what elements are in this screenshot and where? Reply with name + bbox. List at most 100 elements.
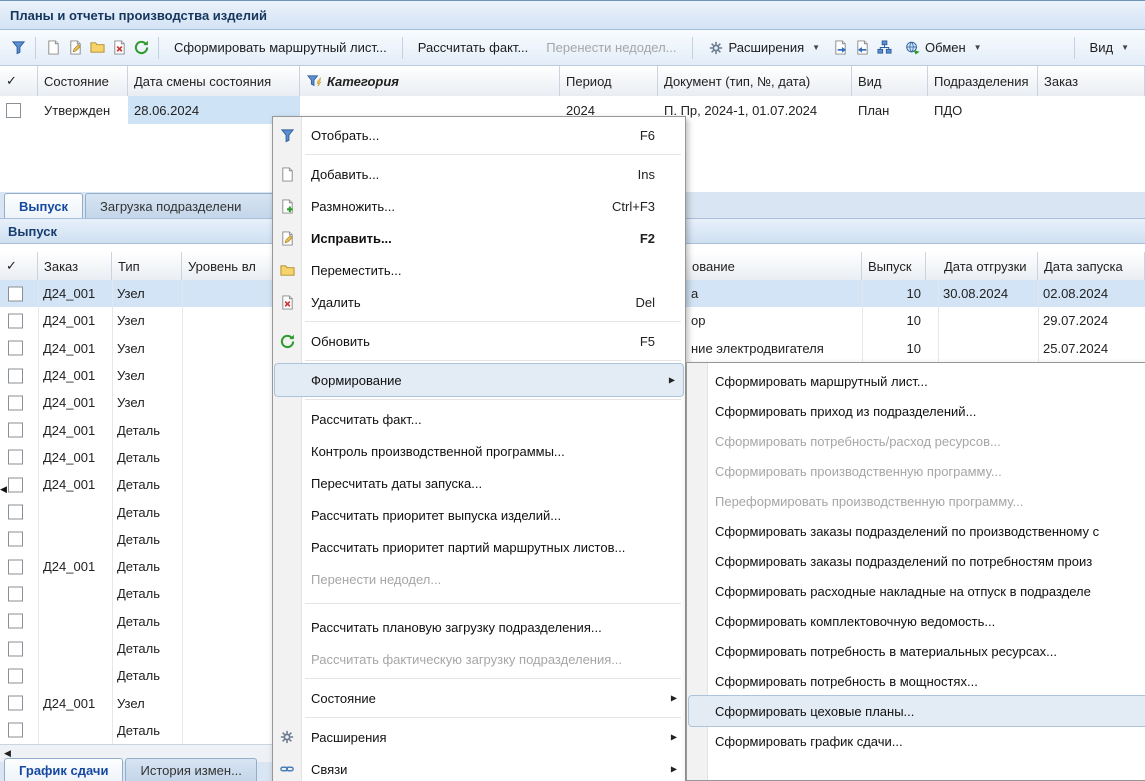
column-header-document[interactable]: Документ (тип, №, дата) — [658, 66, 852, 96]
column-header-category[interactable]: Категория — [300, 66, 560, 96]
cell-type: Узел — [112, 307, 182, 334]
cell-order — [38, 717, 112, 744]
context-menu-item[interactable]: Пересчитать даты запуска... — [273, 467, 685, 499]
column-header-name[interactable]: ование — [686, 252, 862, 280]
submenu-item-label: Сформировать маршрутный лист... — [715, 374, 928, 389]
row-checkbox[interactable] — [8, 723, 23, 738]
context-menu-item[interactable]: Переместить... — [273, 254, 685, 286]
menu-separator — [305, 399, 681, 400]
submenu-item[interactable]: Сформировать цеховые планы... — [689, 696, 1145, 726]
submenu-item[interactable]: Сформировать потребность в мощностях... — [687, 666, 1145, 696]
row-checkbox[interactable] — [8, 696, 23, 711]
column-header-state[interactable]: Состояние — [38, 66, 128, 96]
row-checkbox[interactable] — [8, 477, 23, 492]
context-menu-item[interactable]: Добавить...Ins — [273, 158, 685, 190]
row-checkbox[interactable] — [8, 641, 23, 656]
column-header-type[interactable]: Тип — [112, 252, 182, 280]
column-header-output[interactable]: Выпуск — [862, 252, 926, 280]
edit-icon[interactable] — [65, 38, 85, 58]
submenu-item[interactable]: Сформировать расходные накладные на отпу… — [687, 576, 1145, 606]
add-icon — [279, 166, 295, 182]
structure-icon[interactable] — [874, 38, 894, 58]
cell-kind: План — [852, 96, 928, 124]
move-icon[interactable] — [87, 38, 107, 58]
cell-order — [38, 662, 112, 689]
row-checkbox[interactable] — [8, 286, 23, 301]
context-menu-item[interactable]: Размножить...Ctrl+F3 — [273, 190, 685, 222]
check-column-header[interactable]: ✓ — [0, 252, 38, 280]
refresh-icon[interactable] — [131, 38, 151, 58]
calc-fact-button[interactable]: Рассчитать факт... — [410, 36, 537, 59]
submenu-item[interactable]: Сформировать заказы подразделений по пот… — [687, 546, 1145, 576]
column-header-period[interactable]: Период — [560, 66, 658, 96]
row-checkbox[interactable] — [6, 103, 21, 118]
row-checkbox[interactable] — [8, 341, 23, 356]
move-icon — [279, 262, 295, 278]
row-checkbox[interactable] — [8, 614, 23, 629]
cell-type: Деталь — [112, 444, 182, 471]
view-button[interactable]: Вид ▼ — [1082, 36, 1137, 59]
context-menu-item[interactable]: Отобрать...F6 — [273, 119, 685, 151]
extensions-icon — [708, 40, 724, 56]
row-checkbox[interactable] — [8, 368, 23, 383]
filter-icon[interactable] — [8, 38, 28, 58]
splitter-collapse-icon[interactable]: ◀ — [0, 484, 7, 495]
submenu-item[interactable]: Сформировать приход из подразделений... — [687, 396, 1145, 426]
tab-delivery-schedule[interactable]: График сдачи — [4, 758, 123, 781]
delete-icon — [279, 294, 295, 310]
context-menu-item[interactable]: Рассчитать плановую загрузку подразделен… — [273, 611, 685, 643]
column-header-divisions[interactable]: Подразделения — [928, 66, 1038, 96]
context-menu-item[interactable]: Состояние▶ — [273, 682, 685, 714]
context-menu-item[interactable]: Формирование▶ — [275, 364, 683, 396]
submenu-item[interactable]: Сформировать график сдачи... — [687, 726, 1145, 756]
exchange-button[interactable]: Обмен ▼ — [896, 36, 990, 60]
context-menu-item[interactable]: Расширения▶ — [273, 721, 685, 753]
row-checkbox[interactable] — [8, 586, 23, 601]
row-checkbox[interactable] — [8, 505, 23, 520]
output-section-title: Выпуск — [8, 224, 57, 239]
row-checkbox[interactable] — [8, 423, 23, 438]
cell-check — [0, 96, 38, 124]
context-menu-item[interactable]: ОбновитьF5 — [273, 325, 685, 357]
export-icon[interactable] — [830, 38, 850, 58]
submenu-item[interactable]: Сформировать потребность в материальных … — [687, 636, 1145, 666]
add-icon[interactable] — [43, 38, 63, 58]
import-icon[interactable] — [852, 38, 872, 58]
column-header-kind[interactable]: Вид — [852, 66, 928, 96]
column-header-order[interactable]: Заказ — [1038, 66, 1145, 96]
menu-separator — [305, 321, 681, 322]
tab-output[interactable]: Выпуск — [4, 193, 83, 218]
submenu-item-label: Сформировать комплектовочную ведомость..… — [715, 614, 995, 629]
context-menu-item[interactable]: Контроль производственной программы... — [273, 435, 685, 467]
submenu-item-label: Сформировать расходные накладные на отпу… — [715, 584, 1091, 599]
extensions-button[interactable]: Расширения ▼ — [700, 36, 829, 60]
row-checkbox[interactable] — [8, 450, 23, 465]
submenu-item[interactable]: Сформировать заказы подразделений по про… — [687, 516, 1145, 546]
row-checkbox[interactable] — [8, 395, 23, 410]
row-checkbox[interactable] — [8, 313, 23, 328]
delete-icon[interactable] — [109, 38, 129, 58]
column-header-state-date[interactable]: Дата смены состояния — [128, 66, 300, 96]
row-checkbox[interactable] — [8, 668, 23, 683]
format-route-list-button[interactable]: Сформировать маршрутный лист... — [166, 36, 395, 59]
context-menu-item[interactable]: Рассчитать приоритет партий маршрутных л… — [273, 531, 685, 563]
context-menu-item[interactable]: Связи▶ — [273, 753, 685, 781]
context-menu-item[interactable]: УдалитьDel — [273, 286, 685, 318]
column-header-level[interactable]: Уровень вл — [182, 252, 286, 280]
check-column-header[interactable]: ✓ — [0, 66, 38, 96]
cell-output: 10 — [862, 307, 926, 334]
submenu-item[interactable]: Сформировать комплектовочную ведомость..… — [687, 606, 1145, 636]
toolbar-separator — [35, 37, 36, 59]
context-menu-item[interactable]: Рассчитать факт... — [273, 403, 685, 435]
context-menu-item[interactable]: Исправить...F2 — [273, 222, 685, 254]
format-submenu: Сформировать маршрутный лист... Сформиров… — [686, 362, 1145, 781]
column-header-ship-date[interactable]: Дата отгрузки — [938, 252, 1038, 280]
row-checkbox[interactable] — [8, 532, 23, 547]
column-header-launch-date[interactable]: Дата запуска — [1038, 252, 1145, 280]
context-menu-item[interactable]: Рассчитать приоритет выпуска изделий... — [273, 499, 685, 531]
column-header-order[interactable]: Заказ — [38, 252, 112, 280]
submenu-item[interactable]: Сформировать маршрутный лист... — [687, 366, 1145, 396]
submenu-item-label: Сформировать цеховые планы... — [715, 704, 914, 719]
row-checkbox[interactable] — [8, 559, 23, 574]
tab-change-history[interactable]: История измен... — [125, 758, 256, 781]
